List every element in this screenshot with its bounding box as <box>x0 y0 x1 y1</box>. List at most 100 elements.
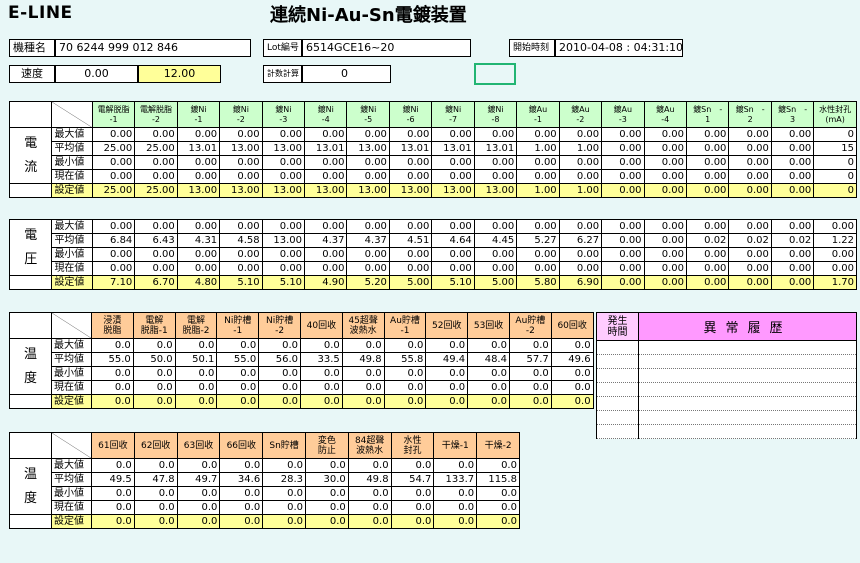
value-cell: 0.00 <box>558 127 603 142</box>
value-cell: 0.0 <box>132 338 176 353</box>
value-cell: 0.00 <box>601 155 645 170</box>
value-cell: 13.00 <box>219 141 263 156</box>
value-cell: 0.00 <box>813 247 857 262</box>
history-time-cell <box>596 382 639 397</box>
row-label: 現在値 <box>51 380 92 395</box>
value-cell: 30.0 <box>304 472 349 487</box>
app-title: E-LINE <box>8 3 73 23</box>
value-cell: 0.00 <box>473 169 518 184</box>
value-cell: 0.00 <box>91 127 136 142</box>
value-cell: 6.84 <box>91 233 136 248</box>
row-label: 設定値 <box>51 183 93 198</box>
value-cell: 0.00 <box>728 169 772 184</box>
value-cell: 0.00 <box>346 247 390 262</box>
history-row <box>596 424 857 439</box>
value-cell: 0.0 <box>304 500 349 515</box>
value-cell: 0.00 <box>516 155 560 170</box>
column-header: 鍍Au -2 <box>558 101 603 128</box>
value-cell: 0.00 <box>431 155 475 170</box>
value-cell: 0.0 <box>132 394 176 409</box>
value-cell: 0.00 <box>558 261 603 276</box>
counter-field: 0 <box>302 65 391 83</box>
value-cell: 4.37 <box>304 233 348 248</box>
group-spacer <box>8 275 53 290</box>
column-header: 鍍Sn -3 <box>770 101 815 128</box>
value-cell: 49.7 <box>176 472 221 487</box>
value-cell: 6.43 <box>134 233 178 248</box>
value-cell: 0.0 <box>174 394 218 409</box>
value-cell: 0.00 <box>219 155 263 170</box>
value-cell: 13.01 <box>473 141 518 156</box>
value-cell: 0.00 <box>473 155 518 170</box>
history-time-cell <box>596 354 639 369</box>
value-cell: 0.00 <box>685 183 730 198</box>
value-cell: 0.00 <box>601 219 645 234</box>
voltage-table: 電圧最大値 0.00 0.00 0.00 0.00 0.00 0.00 0.00 0.00 0.0… <box>8 219 857 290</box>
value-cell: 0.00 <box>261 261 306 276</box>
value-cell: 0 <box>813 155 857 170</box>
value-cell: 0.0 <box>91 394 134 409</box>
value-cell: 0.00 <box>516 127 560 142</box>
value-cell: 34.6 <box>219 472 264 487</box>
column-header: 62回收 <box>133 432 178 459</box>
column-header: 66回收 <box>219 432 264 459</box>
value-cell: 0.00 <box>219 127 263 142</box>
value-cell: 0.00 <box>770 219 815 234</box>
value-cell: 57.7 <box>508 352 552 367</box>
value-cell: 0.0 <box>262 458 306 473</box>
value-cell: 0.0 <box>425 380 469 395</box>
speed-current-field: 0.00 <box>55 65 138 83</box>
value-cell: 0.0 <box>347 514 392 529</box>
alarm-history-title: 異常履歴 <box>638 312 857 341</box>
value-cell: 0.00 <box>685 141 730 156</box>
value-cell: 47.8 <box>133 472 178 487</box>
value-cell: 0.00 <box>770 141 815 156</box>
status-indicator <box>474 63 516 85</box>
column-header: 鍍Ni -8 <box>473 101 518 128</box>
history-message-cell <box>638 340 857 355</box>
column-header: 干燥-1 <box>433 432 478 459</box>
value-cell: 55.0 <box>216 352 260 367</box>
occurrence-time-header: 発生 時間 <box>596 312 639 341</box>
value-cell: 0.00 <box>388 155 433 170</box>
value-cell: 0.00 <box>516 169 560 184</box>
value-cell: 0.0 <box>304 458 349 473</box>
value-cell: 33.5 <box>299 352 343 367</box>
value-cell: 0.00 <box>728 261 772 276</box>
value-cell: 0.00 <box>304 219 348 234</box>
column-header: Sn貯槽 <box>262 432 306 459</box>
value-cell: 115.8 <box>476 472 520 487</box>
column-header: 水性封孔 (mA) <box>813 101 857 128</box>
value-cell: 0.00 <box>176 219 221 234</box>
value-cell: 1.00 <box>516 183 560 198</box>
value-cell: 0.0 <box>133 486 178 501</box>
value-cell: 4.58 <box>219 233 263 248</box>
column-header: Ni貯槽 -1 <box>216 312 260 339</box>
row-label: 設定値 <box>51 514 92 529</box>
table-row: 現在値 0.0 0.0 0.0 0.0 0.0 0.0 0.0 0.0 0.0 0.0 0.0 0.0 <box>10 380 594 395</box>
table-row: 温度最大値 0.0 0.0 0.0 0.0 0.0 0.0 0.0 0.0 0.0 0.0 <box>9 458 520 515</box>
history-message-cell <box>638 382 857 397</box>
value-cell: 5.27 <box>516 233 560 248</box>
value-cell: 0.00 <box>516 261 560 276</box>
value-cell: 0.00 <box>91 219 136 234</box>
value-cell: 0.0 <box>219 486 264 501</box>
column-header: Au貯槽 -2 <box>508 312 552 339</box>
value-cell: 0.00 <box>643 247 687 262</box>
value-cell: 13.00 <box>304 183 348 198</box>
value-cell: 25.00 <box>134 183 178 198</box>
table-row: 設定値 0.0 0.0 0.0 0.0 0.0 0.0 0.0 0.0 0.0 0.0 <box>9 514 520 529</box>
value-cell: 0.00 <box>516 219 560 234</box>
value-cell: 0.00 <box>558 169 603 184</box>
value-cell: 0.00 <box>601 183 645 198</box>
table-row: 最小値 0.0 0.0 0.0 0.0 0.0 0.0 0.0 0.0 0.0 0.0 0.0 0.0 <box>10 366 594 381</box>
value-cell: 49.8 <box>341 352 385 367</box>
value-cell: 0.0 <box>174 380 218 395</box>
lot-field: 6514GCE16~20 <box>302 39 471 57</box>
table-row: 電圧最大値 0.00 0.00 0.00 0.00 0.00 0.00 0.00 0.00 0.0… <box>8 219 857 276</box>
value-cell: 0 <box>813 169 857 184</box>
row-label: 最大値 <box>51 458 92 473</box>
history-time-cell <box>596 340 639 355</box>
value-cell: 13.00 <box>346 141 390 156</box>
value-cell: 0.00 <box>304 127 348 142</box>
